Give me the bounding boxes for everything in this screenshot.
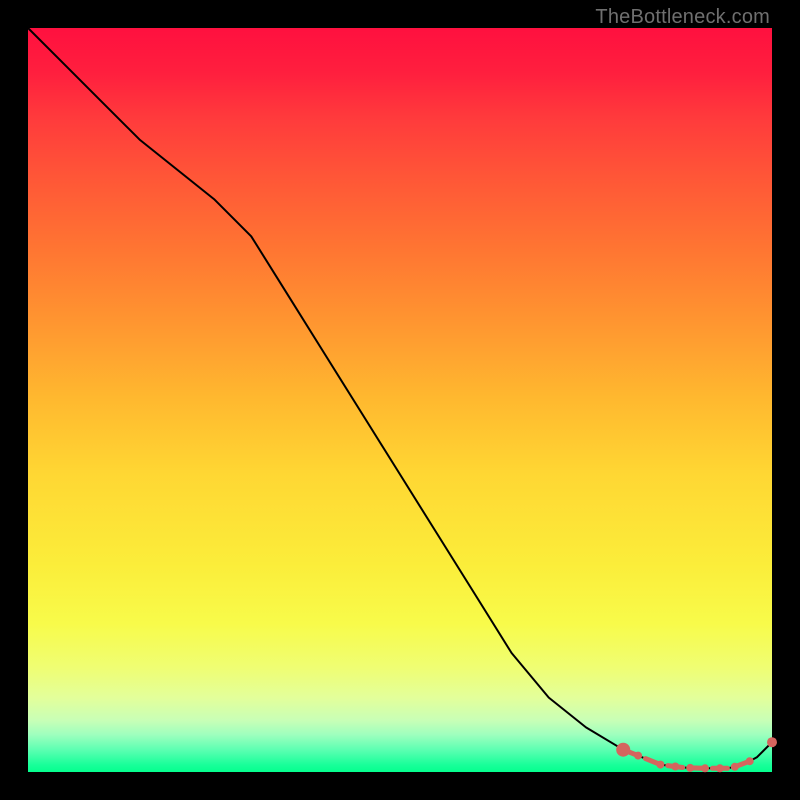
highlight-dot (701, 764, 709, 772)
bottom-highlight-group (616, 737, 777, 772)
chart-svg (28, 28, 772, 772)
highlight-dot (656, 761, 664, 769)
highlight-dot (686, 764, 694, 772)
plot-area (28, 28, 772, 772)
chart-frame: TheBottleneck.com (0, 0, 800, 800)
highlight-dot (616, 743, 630, 757)
highlight-dot (767, 737, 777, 747)
highlight-dot (671, 763, 679, 771)
highlight-dot (746, 757, 754, 765)
highlight-dot (634, 752, 642, 760)
highlight-dot (731, 763, 739, 771)
highlight-dot (716, 764, 724, 772)
main-curve (28, 28, 772, 768)
watermark-text: TheBottleneck.com (595, 6, 770, 29)
